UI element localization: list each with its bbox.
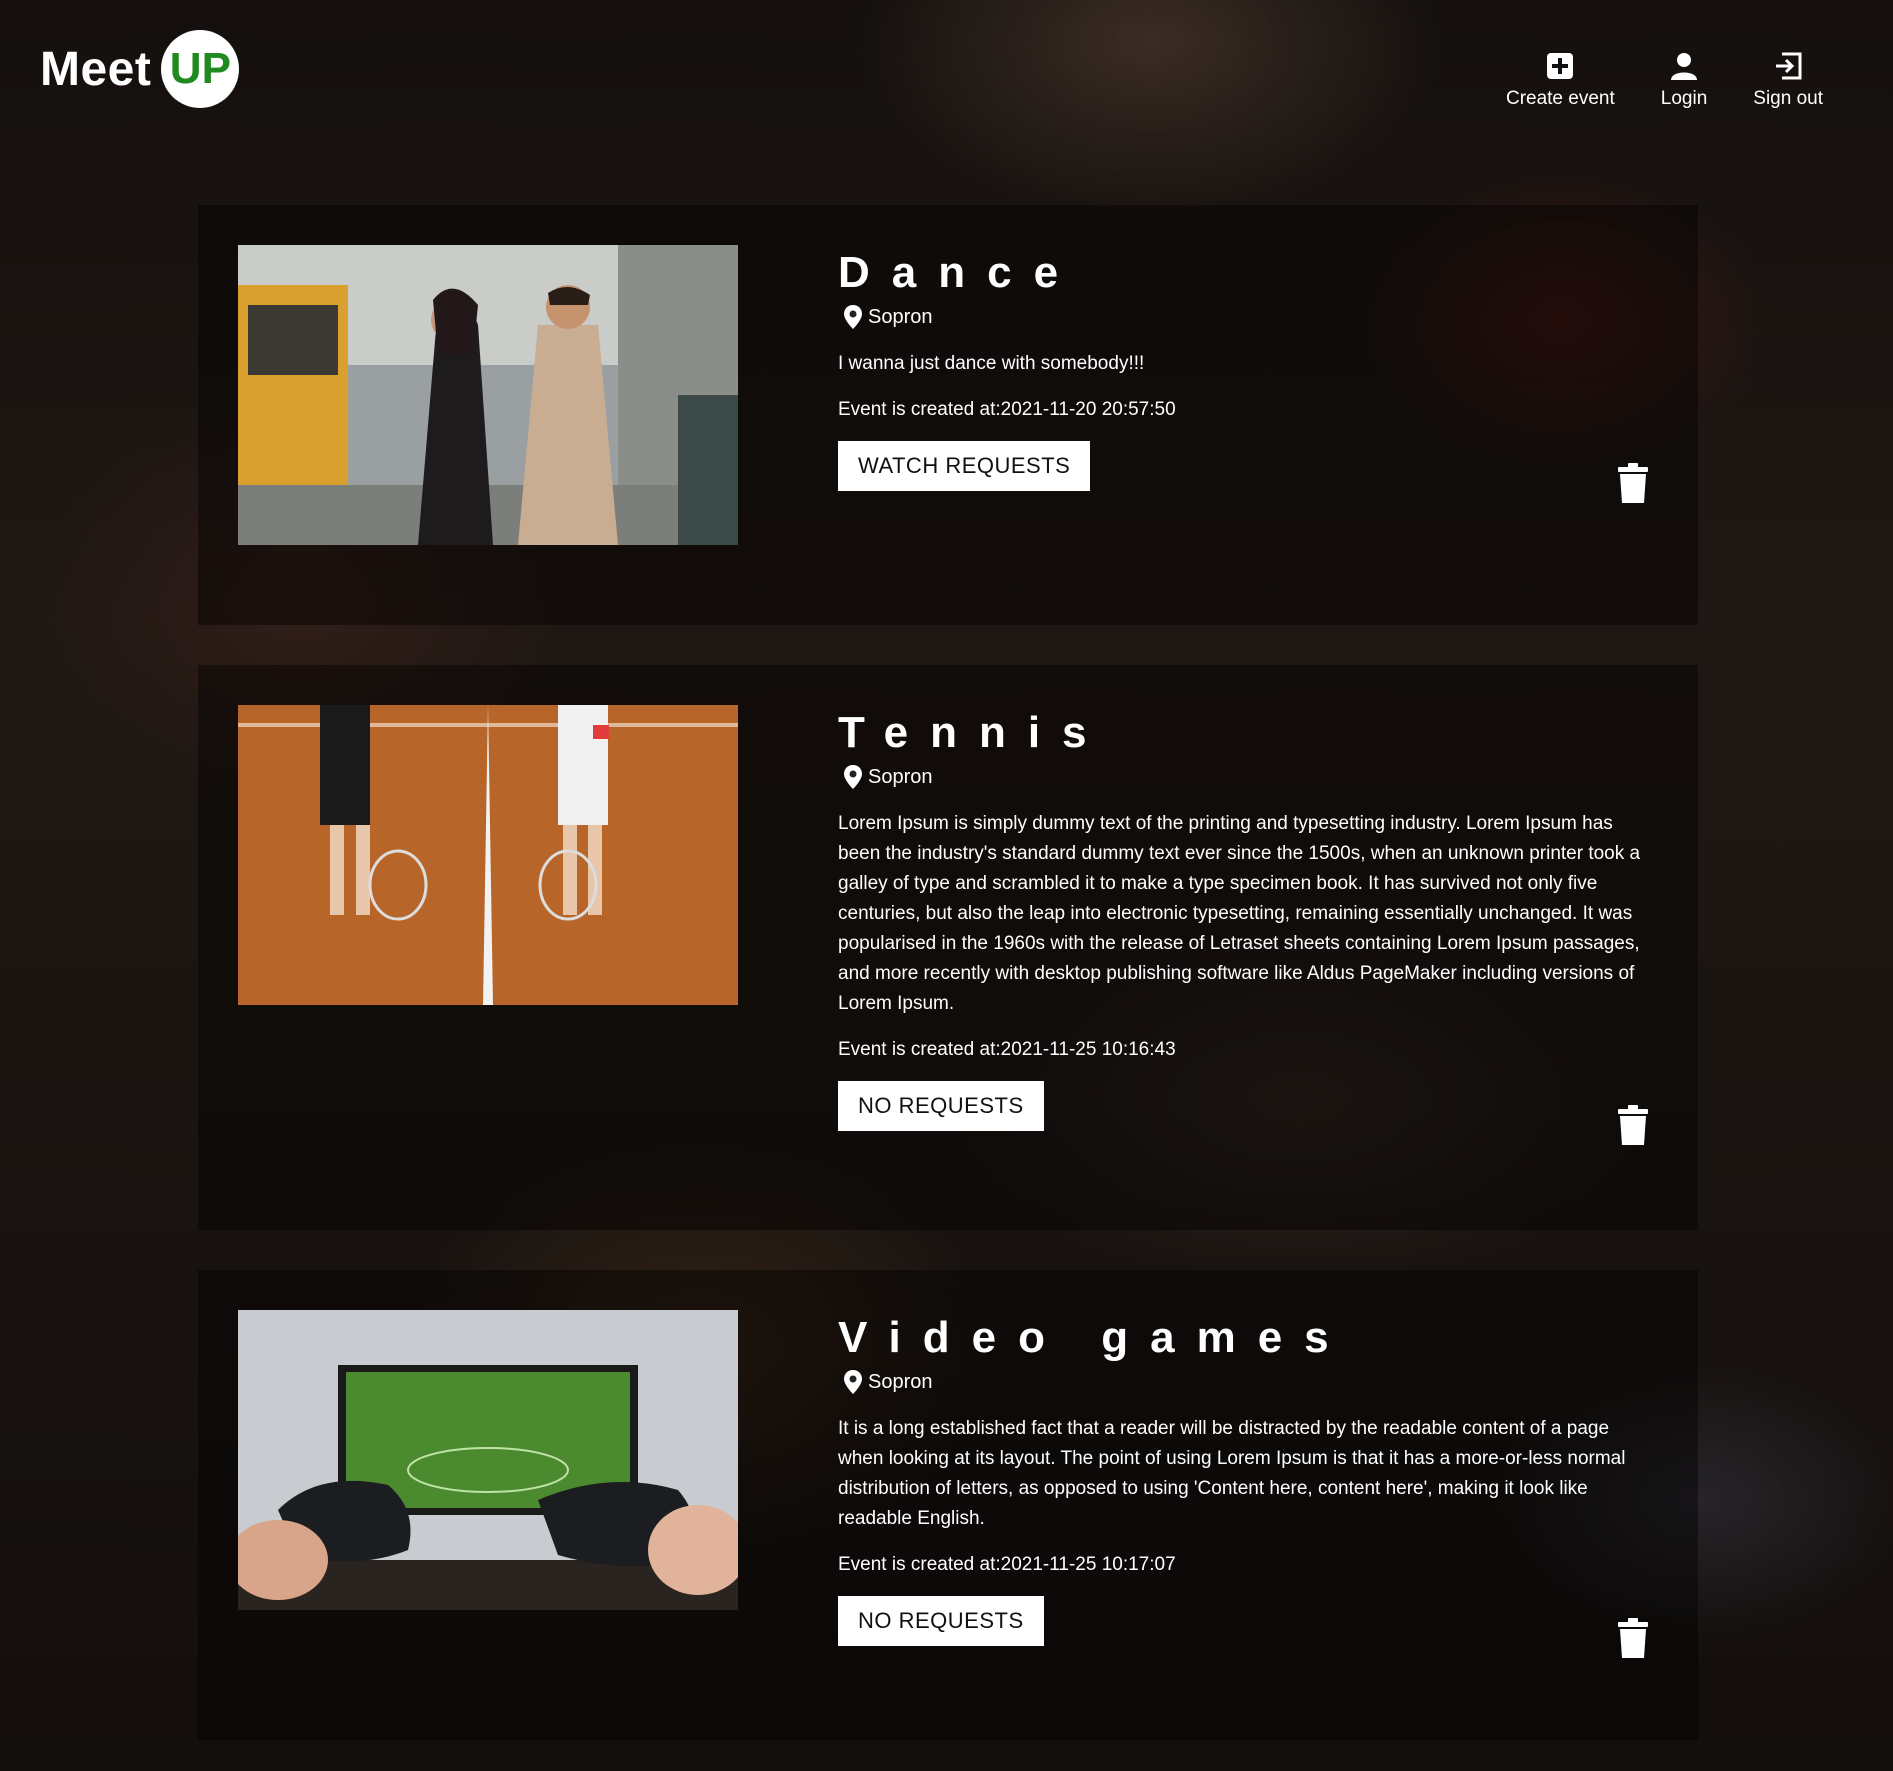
- map-pin-icon: [844, 1370, 862, 1394]
- event-description: It is a long established fact that a rea…: [838, 1418, 1626, 1529]
- event-image-dance: [238, 245, 738, 545]
- event-title: Tennis: [838, 708, 1109, 757]
- trash-icon[interactable]: [1618, 1618, 1648, 1658]
- logo-meet-text: Meet: [40, 42, 152, 96]
- event-title: Dance: [838, 248, 1081, 297]
- event-title: Video games: [838, 1313, 1351, 1362]
- event-body-dance: Dance Sopron I wanna just dance with som…: [838, 247, 1658, 491]
- event-location-text: Sopron: [868, 765, 933, 788]
- user-icon: [1671, 53, 1698, 80]
- trash-icon[interactable]: [1618, 463, 1648, 503]
- create-event-label: Create event: [1505, 88, 1615, 109]
- event-image-tennis: [238, 705, 738, 1005]
- watch-requests-button[interactable]: WATCH REQUESTS: [838, 441, 1091, 491]
- event-image-video-games: [238, 1310, 738, 1610]
- event-location-text: Sopron: [868, 1370, 933, 1393]
- map-pin-icon: [844, 305, 862, 329]
- sign-out-button[interactable]: Sign out: [1753, 50, 1823, 110]
- login-label: Login: [1660, 88, 1708, 109]
- event-created-at: Event is created at:2021-11-20 20:57:50: [838, 399, 1176, 420]
- no-requests-button[interactable]: NO REQUESTS: [838, 1081, 1044, 1131]
- logo[interactable]: Meet UP: [40, 28, 240, 110]
- login-button[interactable]: Login: [1660, 50, 1708, 110]
- event-body-tennis: Tennis Sopron Lorem Ipsum is simply dumm…: [838, 707, 1658, 1131]
- event-card-tennis: Tennis Sopron Lorem Ipsum is simply dumm…: [198, 665, 1698, 1230]
- trash-icon[interactable]: [1618, 1105, 1648, 1145]
- event-location: Sopron: [844, 305, 1658, 329]
- create-event-button[interactable]: Create event: [1506, 50, 1615, 110]
- event-created-at: Event is created at:2021-11-25 10:16:43: [838, 1039, 1176, 1060]
- event-description: I wanna just dance with somebody!!!: [838, 353, 1145, 374]
- sign-out-label: Sign out: [1753, 88, 1823, 109]
- logo-up-badge: UP: [161, 30, 240, 108]
- event-body-video-games: Video games Sopron It is a long establis…: [838, 1312, 1658, 1646]
- event-created-at: Event is created at:2021-11-25 10:17:07: [838, 1554, 1176, 1575]
- plus-square-icon: [1547, 53, 1574, 79]
- no-requests-button[interactable]: NO REQUESTS: [838, 1596, 1044, 1646]
- event-location: Sopron: [844, 765, 1658, 789]
- event-location-text: Sopron: [868, 305, 933, 328]
- sign-out-icon: [1776, 52, 1802, 80]
- top-nav: Create event Login Sign out: [1506, 50, 1823, 110]
- map-pin-icon: [844, 765, 862, 789]
- event-card-dance: Dance Sopron I wanna just dance with som…: [198, 205, 1698, 625]
- event-card-video-games: Video games Sopron It is a long establis…: [198, 1270, 1698, 1740]
- event-location: Sopron: [844, 1370, 1658, 1394]
- event-description: Lorem Ipsum is simply dummy text of the …: [838, 813, 1641, 1014]
